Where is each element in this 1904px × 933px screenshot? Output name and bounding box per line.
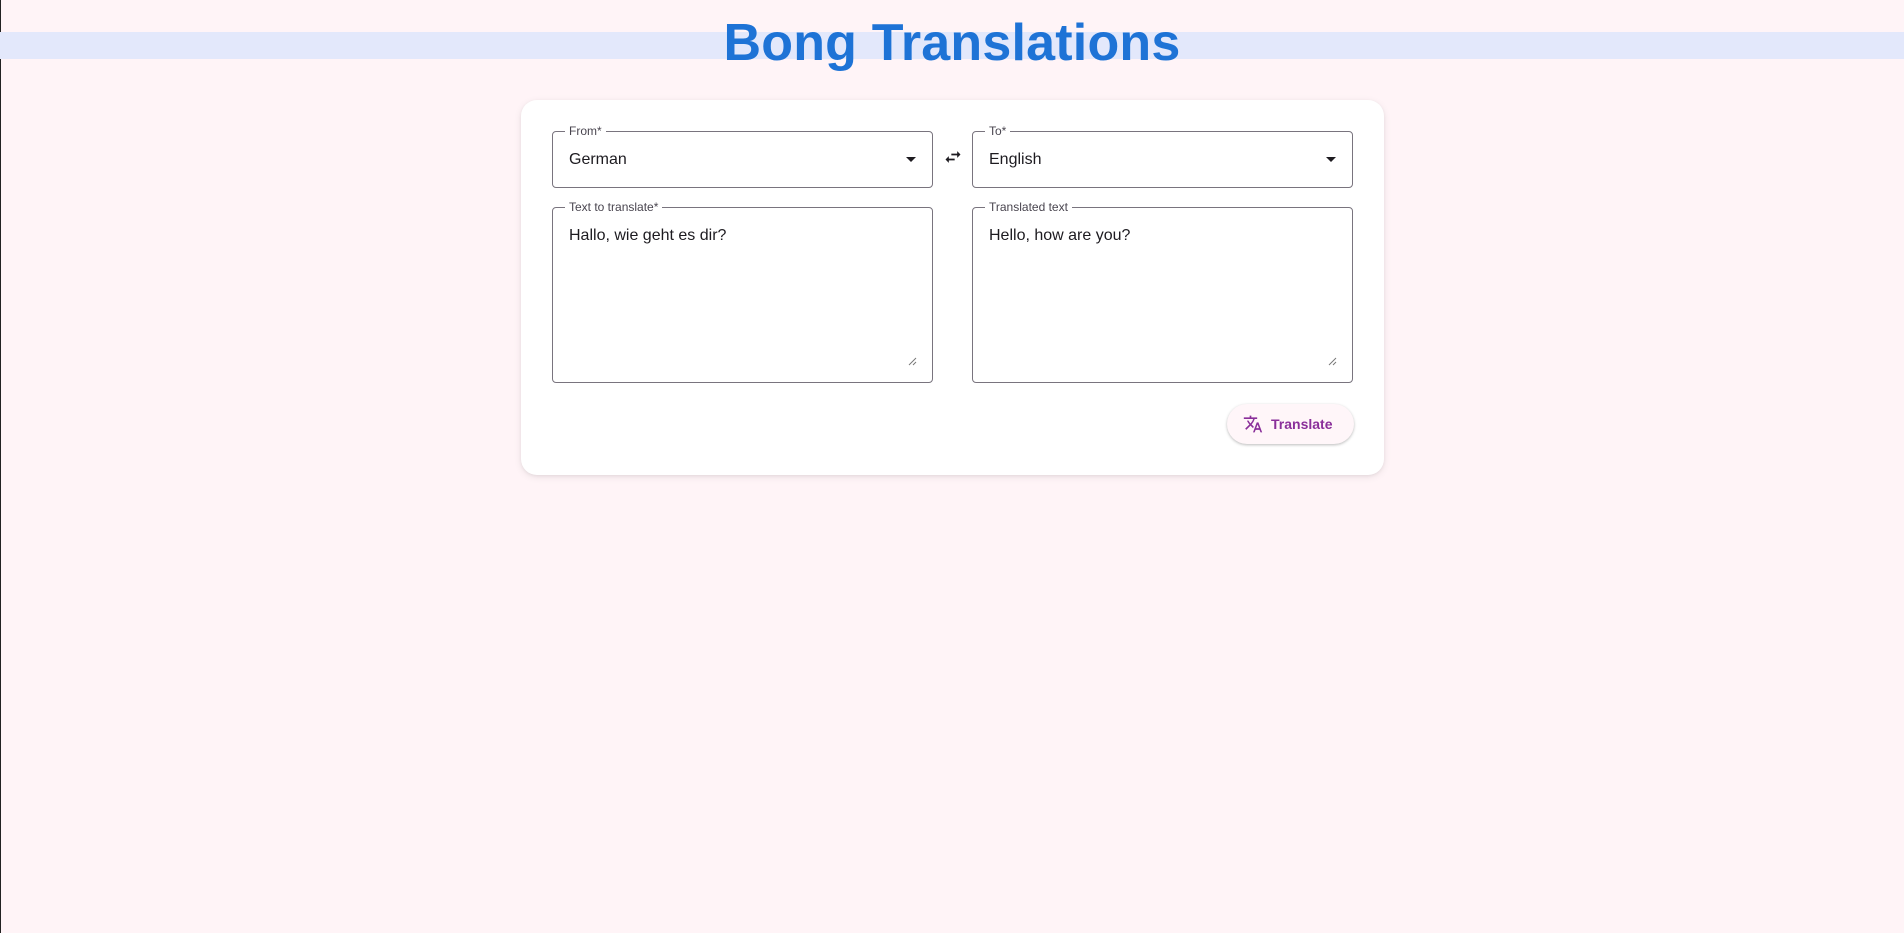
translate-button[interactable]: Translate bbox=[1227, 404, 1354, 444]
from-language-label: From* bbox=[565, 124, 606, 138]
translated-text-field[interactable]: Translated text Hello, how are you? bbox=[972, 200, 1353, 383]
to-language-select[interactable]: To* English bbox=[972, 124, 1353, 188]
from-language-select[interactable]: From* German bbox=[552, 124, 933, 188]
translate-button-label: Translate bbox=[1271, 416, 1333, 432]
translated-text-label: Translated text bbox=[985, 200, 1072, 214]
translated-text-output[interactable]: Hello, how are you? bbox=[989, 226, 1130, 246]
swap-languages-button[interactable] bbox=[940, 144, 966, 170]
chevron-down-icon bbox=[1326, 157, 1336, 162]
source-text-input[interactable]: Hallo, wie geht es dir? bbox=[569, 226, 726, 246]
resize-handle-icon[interactable] bbox=[1328, 357, 1337, 366]
page-title: Bong Translations bbox=[723, 14, 1181, 72]
source-text-label: Text to translate* bbox=[565, 200, 663, 214]
to-language-label: To* bbox=[985, 124, 1011, 138]
translate-icon bbox=[1243, 415, 1263, 433]
chevron-down-icon bbox=[906, 157, 916, 162]
source-text-field[interactable]: Text to translate* Hallo, wie geht es di… bbox=[552, 200, 933, 383]
swap-horiz-icon bbox=[945, 151, 961, 163]
window-edge bbox=[0, 0, 1, 933]
from-language-value: German bbox=[569, 151, 627, 168]
resize-handle-icon[interactable] bbox=[908, 357, 917, 366]
to-language-value: English bbox=[989, 151, 1042, 168]
translator-card: From* German To* English Text to transla… bbox=[521, 100, 1384, 475]
